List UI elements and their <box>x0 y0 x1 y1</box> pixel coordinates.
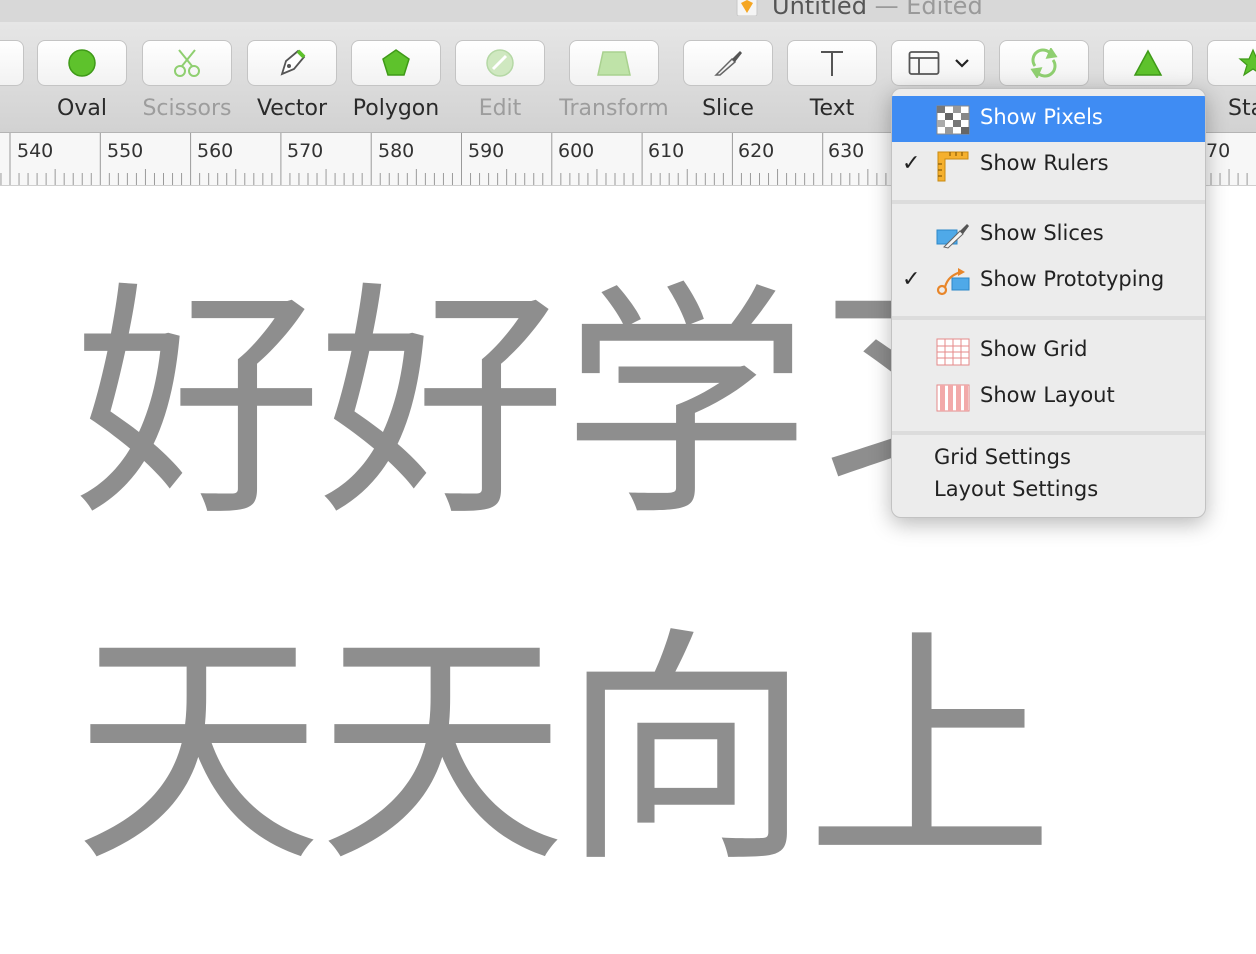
menu-separator <box>892 316 1205 320</box>
title-bar: Untitled — Edited <box>0 0 1256 22</box>
transform-icon <box>597 51 631 76</box>
menu-item-show-grid[interactable]: Show Grid <box>892 328 1205 374</box>
slice-button[interactable] <box>683 40 773 86</box>
ruler-label: 610 <box>648 140 685 162</box>
menu-item-label: Show Slices <box>980 221 1104 245</box>
prototyping-icon <box>936 268 970 296</box>
scissors-label: Scissors <box>142 96 232 121</box>
star-button[interactable] <box>1207 40 1256 86</box>
polygon-label: Polygon <box>352 96 440 121</box>
ruler-label: 550 <box>107 140 144 162</box>
ruler-label: 540 <box>17 140 54 162</box>
oval-label: Oval <box>57 96 107 121</box>
text-icon <box>821 51 843 76</box>
window-title-edited: — Edited <box>874 0 983 20</box>
slice-label: Slice <box>702 96 754 121</box>
window-title-name: Untitled <box>772 0 867 20</box>
menu-item-show-rulers[interactable]: ✓ Show Rulers <box>892 142 1205 188</box>
vector-label: Vector <box>256 96 328 121</box>
menu-item-label: Show Rulers <box>980 151 1109 175</box>
vector-pen-icon <box>280 49 306 76</box>
menu-item-show-slices[interactable]: Show Slices <box>892 212 1205 258</box>
oval-button[interactable] <box>37 40 127 86</box>
menu-item-show-prototyping[interactable]: ✓ Show Prototyping <box>892 258 1205 304</box>
ruler-label: 560 <box>197 140 234 162</box>
ruler-label: 70 <box>1206 140 1231 162</box>
scissors-icon <box>174 49 200 77</box>
chevron-down-icon <box>955 59 969 68</box>
ruler-label: 630 <box>828 140 865 162</box>
rotate-button[interactable] <box>999 40 1089 86</box>
grid-icon <box>936 338 970 366</box>
layout-columns-icon <box>936 384 970 412</box>
view-menu-button[interactable] <box>891 40 985 86</box>
vector-button[interactable] <box>247 40 337 86</box>
slice-knife-icon <box>714 51 742 76</box>
ruler-label: 580 <box>378 140 415 162</box>
menu-item-layout-settings[interactable]: Layout Settings <box>892 475 1205 509</box>
rotate-icon <box>1030 48 1058 78</box>
ruler-label: 600 <box>558 140 595 162</box>
star-label: Sta <box>1228 96 1256 121</box>
view-dropdown-menu: Show Pixels ✓ Show Rulers Show Slices ✓ … <box>891 88 1206 518</box>
ruler-label: 620 <box>738 140 775 162</box>
sketch-document-icon <box>736 0 758 16</box>
polygon-button[interactable] <box>351 40 441 86</box>
edit-button[interactable] <box>455 40 545 86</box>
slices-icon <box>936 224 969 249</box>
transform-button[interactable] <box>569 40 659 86</box>
edit-icon <box>486 49 514 77</box>
menu-item-show-pixels[interactable]: Show Pixels <box>892 96 1205 142</box>
transform-label: Transform <box>559 96 669 121</box>
polygon-icon <box>382 49 410 76</box>
menu-item-show-layout[interactable]: Show Layout <box>892 374 1205 420</box>
menu-item-label: Grid Settings <box>934 445 1071 469</box>
edit-label: Edit <box>478 96 522 121</box>
menu-item-label: Layout Settings <box>934 477 1099 501</box>
checkmark-icon: ✓ <box>902 267 921 292</box>
checkmark-icon: ✓ <box>902 151 921 176</box>
ruler-label: 570 <box>287 140 324 162</box>
menu-item-label: Show Prototyping <box>980 267 1165 291</box>
previous-tool-button[interactable] <box>0 40 24 86</box>
canvas-text-line-2[interactable]: 天天向上 <box>74 628 1054 876</box>
window-title: Untitled — Edited <box>772 0 983 20</box>
ruler-icon <box>937 151 969 182</box>
menu-item-label: Show Grid <box>980 337 1088 361</box>
view-layout-icon <box>908 51 940 75</box>
text-button[interactable] <box>787 40 877 86</box>
star-icon <box>1238 48 1256 77</box>
oval-icon <box>68 49 96 77</box>
ruler-label: 590 <box>468 140 505 162</box>
triangle-icon <box>1133 49 1163 76</box>
menu-item-label: Show Layout <box>980 383 1115 407</box>
menu-item-label: Show Pixels <box>980 105 1103 129</box>
text-label: Text <box>809 96 855 121</box>
menu-separator <box>892 431 1205 435</box>
scissors-button[interactable] <box>142 40 232 86</box>
menu-separator <box>892 200 1205 204</box>
menu-item-grid-settings[interactable]: Grid Settings <box>892 443 1205 475</box>
pixels-icon <box>936 105 970 135</box>
triangle-button[interactable] <box>1103 40 1193 86</box>
